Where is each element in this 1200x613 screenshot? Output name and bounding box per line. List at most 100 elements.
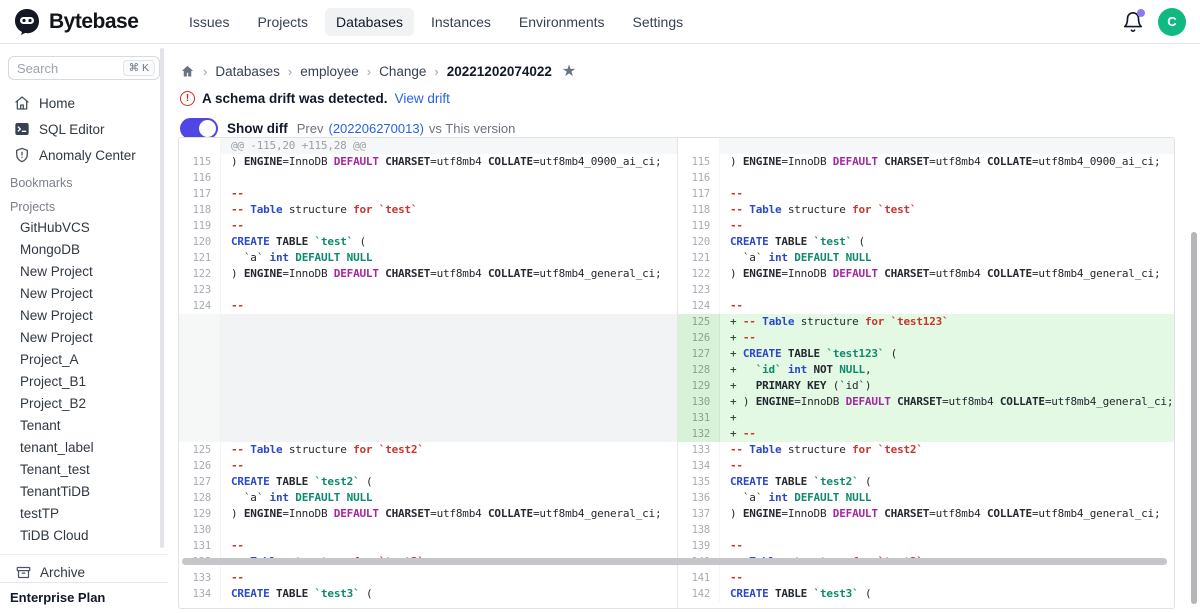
line-number: 129 bbox=[179, 506, 221, 522]
show-diff-toggle[interactable] bbox=[180, 118, 218, 139]
line-code: `a` int DEFAULT NULL bbox=[221, 250, 677, 266]
sidebar-project-item[interactable]: New Project bbox=[0, 326, 168, 348]
diff-line: 122) ENGINE=InnoDB DEFAULT CHARSET=utf8m… bbox=[179, 266, 677, 282]
diff-column-old: @@ -115,20 +115,28 @@115) ENGINE=InnoDB … bbox=[179, 138, 677, 608]
line-number: 125 bbox=[179, 442, 221, 458]
breadcrumb-home-icon[interactable] bbox=[180, 64, 195, 79]
sidebar-project-item[interactable]: TiDB Cloud bbox=[0, 524, 168, 546]
line-number: 132 bbox=[678, 426, 720, 442]
diff-line bbox=[179, 426, 677, 442]
nav-item-databases[interactable]: Databases bbox=[325, 8, 414, 36]
sidebar-item-anomaly-center[interactable]: Anomaly Center bbox=[0, 142, 168, 168]
line-code bbox=[221, 394, 677, 410]
line-code: CREATE TABLE `test3` ( bbox=[221, 586, 677, 602]
line-code: -- bbox=[221, 298, 677, 314]
sidebar-section-projects: Projects bbox=[0, 192, 168, 216]
diff-line bbox=[179, 394, 677, 410]
nav-item-issues[interactable]: Issues bbox=[178, 8, 240, 36]
line-number: 139 bbox=[678, 538, 720, 554]
breadcrumb-item[interactable]: Databases bbox=[215, 64, 280, 79]
sidebar-section-bookmarks: Bookmarks bbox=[0, 168, 168, 192]
line-code: `a` int DEFAULT NULL bbox=[221, 490, 677, 506]
line-code: CREATE TABLE `test` ( bbox=[221, 234, 677, 250]
line-number: 121 bbox=[678, 250, 720, 266]
top-navbar: Bytebase IssuesProjectsDatabasesInstance… bbox=[0, 0, 1200, 44]
sidebar-project-item[interactable]: Project_A bbox=[0, 348, 168, 370]
line-code bbox=[221, 346, 677, 362]
diff-column-new: 115 ) ENGINE=InnoDB DEFAULT CHARSET=utf8m… bbox=[677, 138, 1174, 608]
line-number: 126 bbox=[678, 330, 720, 346]
line-number: 127 bbox=[678, 346, 720, 362]
diff-line: 130 bbox=[179, 522, 677, 538]
nav-item-settings[interactable]: Settings bbox=[622, 8, 695, 36]
line-code bbox=[221, 378, 677, 394]
line-code bbox=[720, 282, 1174, 298]
star-icon[interactable]: ★ bbox=[562, 61, 576, 81]
line-code bbox=[720, 138, 1174, 154]
prev-version-link[interactable]: (202206270013) bbox=[328, 121, 423, 136]
line-code: + -- bbox=[720, 330, 1174, 346]
line-number: 127 bbox=[179, 474, 221, 490]
nav-item-environments[interactable]: Environments bbox=[508, 8, 616, 36]
sidebar-project-item[interactable]: TenantTiDB bbox=[0, 480, 168, 502]
line-code: ) ENGINE=InnoDB DEFAULT CHARSET=utf8mb4 … bbox=[720, 506, 1174, 522]
sidebar-project-item[interactable]: Project_B2 bbox=[0, 392, 168, 414]
diff-line: 131+ bbox=[678, 410, 1174, 426]
breadcrumb-items: ›Databases›employee›Change›2022120207402… bbox=[203, 64, 552, 79]
avatar[interactable]: C bbox=[1158, 8, 1186, 36]
line-number: 142 bbox=[678, 586, 720, 602]
diff-line bbox=[179, 410, 677, 426]
diff-line: 126+ -- bbox=[678, 330, 1174, 346]
line-number: 138 bbox=[678, 522, 720, 538]
line-code: + PRIMARY KEY (`id`) bbox=[720, 378, 1174, 394]
sidebar-item-sql-editor[interactable]: SQL Editor bbox=[0, 116, 168, 142]
line-code: ) ENGINE=InnoDB DEFAULT CHARSET=utf8mb4 … bbox=[720, 266, 1174, 282]
line-code bbox=[221, 330, 677, 346]
breadcrumb-item[interactable]: Change bbox=[379, 64, 426, 79]
sidebar-project-item[interactable]: MongoDB bbox=[0, 238, 168, 260]
line-number bbox=[179, 314, 221, 330]
search-input[interactable]: Search ⌘ K bbox=[8, 56, 160, 80]
diff-line: 115) ENGINE=InnoDB DEFAULT CHARSET=utf8m… bbox=[678, 154, 1174, 170]
line-number: 115 bbox=[678, 154, 720, 170]
notifications-button[interactable] bbox=[1122, 11, 1144, 33]
line-number: 123 bbox=[678, 282, 720, 298]
drift-message: A schema drift was detected. bbox=[202, 91, 388, 106]
sidebar-project-item[interactable]: Tenant bbox=[0, 414, 168, 436]
breadcrumb-item[interactable]: 20221202074022 bbox=[447, 64, 552, 79]
page-scrollbar[interactable] bbox=[1191, 232, 1197, 604]
line-number: 141 bbox=[678, 570, 720, 586]
plan-badge: Enterprise Plan bbox=[0, 582, 168, 613]
drift-alert: ! A schema drift was detected. View drif… bbox=[168, 81, 1200, 106]
line-number: 130 bbox=[179, 522, 221, 538]
line-number: 125 bbox=[678, 314, 720, 330]
line-number: 120 bbox=[179, 234, 221, 250]
brand[interactable]: Bytebase bbox=[0, 7, 168, 37]
nav-item-instances[interactable]: Instances bbox=[420, 8, 502, 36]
nav-item-projects[interactable]: Projects bbox=[246, 8, 319, 36]
diff-horizontal-scrollbar[interactable] bbox=[182, 558, 1167, 565]
sidebar-project-item[interactable]: Tenant_test bbox=[0, 458, 168, 480]
sidebar-project-item[interactable]: GitHubVCS bbox=[0, 216, 168, 238]
sidebar-item-home[interactable]: Home bbox=[0, 90, 168, 116]
chevron-right-icon: › bbox=[434, 64, 438, 79]
prev-label: Prev bbox=[297, 121, 324, 136]
sidebar-project-item[interactable]: New Project bbox=[0, 282, 168, 304]
line-number: 122 bbox=[179, 266, 221, 282]
view-drift-link[interactable]: View drift bbox=[395, 91, 450, 106]
diff-line bbox=[179, 314, 677, 330]
sidebar-scrollbar[interactable] bbox=[160, 48, 164, 548]
breadcrumb-item[interactable]: employee bbox=[300, 64, 359, 79]
chevron-right-icon: › bbox=[367, 64, 371, 79]
sidebar-project-item[interactable]: New Project bbox=[0, 304, 168, 326]
diff-line: 138 bbox=[678, 522, 1174, 538]
diff-toolbar: Show diff Prev (202206270013) vs This ve… bbox=[168, 106, 1200, 139]
sidebar-project-item[interactable]: New Project bbox=[0, 260, 168, 282]
line-number: 129 bbox=[678, 378, 720, 394]
sidebar-project-item[interactable]: Project_B1 bbox=[0, 370, 168, 392]
line-code: -- bbox=[720, 570, 1174, 586]
line-code: -- bbox=[720, 186, 1174, 202]
main-content: ›Databases›employee›Change›2022120207402… bbox=[168, 44, 1200, 613]
sidebar-project-item[interactable]: tenant_label bbox=[0, 436, 168, 458]
sidebar-project-item[interactable]: testTP bbox=[0, 502, 168, 524]
